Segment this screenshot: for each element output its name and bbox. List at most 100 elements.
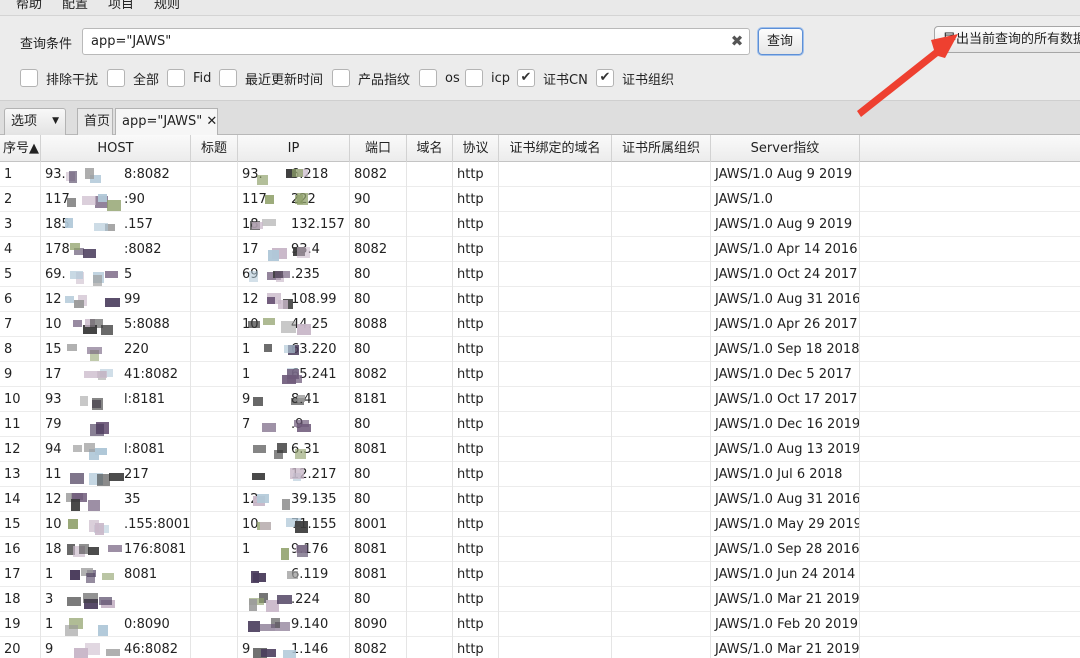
menu-help[interactable]: 帮助 [16,0,42,12]
obscured-text-tail: .224 [291,592,320,607]
column-header-1[interactable]: HOST [41,135,191,162]
redaction-block [295,521,308,533]
table-row[interactable]: 17 1 8081 6.119 8081 http JAWS/1.0 Jun 24 2014 [0,562,1080,587]
checkbox[interactable] [107,69,125,87]
redaction-block [67,597,81,606]
table-cell [499,487,612,512]
table-row[interactable]: 10 93 l:8181 9 8.41 8181 http JAWS/1.0 Oct 17 2… [0,387,1080,412]
column-header-0[interactable]: 序号▲ [0,135,41,162]
table-row[interactable]: 4178:80821793.48082httpJAWS/1.0 Apr 14 2… [0,237,1080,262]
close-icon[interactable]: ✕ [206,114,217,129]
table-cell [407,362,453,387]
table-row[interactable]: 569.569.23580httpJAWS/1.0 Oct 24 2017 [0,262,1080,287]
table-row[interactable]: 11797.980httpJAWS/1.0 Dec 16 2019 [0,412,1080,437]
filter-7[interactable]: ✔ 证书CN [517,69,588,88]
redaction-block [252,222,263,229]
redaction-block [73,445,82,452]
export-all-button[interactable]: 导出当前查询的所有数据 [934,26,1080,53]
menu-project[interactable]: 项目 [108,0,134,12]
table-row[interactable]: 1 93. 8:8082 93. 6.218 8082 http JAWS/1.0 Aug 9… [0,162,1080,187]
redaction-block [79,544,89,554]
checkbox[interactable] [419,69,437,87]
table-row[interactable]: 7105:80881044.258088httpJAWS/1.0 Apr 26 … [0,312,1080,337]
table-cell: JAWS/1.0 Jul 6 2018 [711,462,860,487]
column-header-5[interactable]: 域名 [407,135,453,162]
table-cell [499,462,612,487]
redaction-block [95,448,107,455]
obscured-text-tail: :8082 [124,242,162,257]
redaction-block [287,369,299,379]
menu-config[interactable]: 配置 [62,0,88,12]
table-cell: 80 [350,412,407,437]
filter-4[interactable]: 产品指纹 [332,69,410,88]
table-cell: 185 [41,212,191,237]
table-cell [499,162,612,187]
table-row[interactable]: 15 10.155:8001 10 71.155 8001 http JAWS/1.0 Ma… [0,512,1080,537]
checkbox[interactable] [20,69,38,87]
table-row[interactable]: 18 3 .224 80 http JAWS/1.0 Mar 21 2019 [0,587,1080,612]
table-cell [407,262,453,287]
options-dropdown[interactable]: 选项 ▼ [4,108,66,135]
table-row[interactable]: 8 15 220 1 63.220 80 http JAWS/1.0 Sep 18 2018 [0,337,1080,362]
table-cell [612,337,711,362]
column-header-4[interactable]: 端口 [350,135,407,162]
redaction-block [83,593,98,603]
obscured-text-tail: 217 [124,467,149,482]
column-header-9[interactable]: Server指纹 [711,135,860,162]
table-row[interactable]: 19 1 0:8090 9.140 8090 http JAWS/1.0 Feb 20 20… [0,612,1080,637]
table-cell: 8090 [350,612,407,637]
table-row[interactable]: 2117:9011722290httpJAWS/1.0 [0,187,1080,212]
filter-3[interactable]: 最近更新时间 [219,69,323,88]
column-header-2[interactable]: 标题 [191,135,238,162]
filter-6[interactable]: icp [465,69,510,87]
checkbox[interactable] [465,69,483,87]
redaction-block [295,449,306,459]
table-row[interactable]: 9 17 41:8082 1 65.241 8082 http JAWS/1.0 Dec 5 … [0,362,1080,387]
clear-icon[interactable]: ✖ [729,33,745,49]
table-cell: 3 [41,587,191,612]
redaction-block [109,473,124,481]
checkbox[interactable] [167,69,185,87]
table-cell [612,537,711,562]
filter-5[interactable]: os [419,69,460,87]
filter-2[interactable]: Fid [167,69,211,87]
table-cell [612,612,711,637]
table-cell: JAWS/1.0 Aug 13 2019 [711,437,860,462]
filter-0[interactable]: 排除干扰 [20,69,99,88]
checkbox[interactable] [219,69,237,87]
checkbox-checked[interactable]: ✔ [596,69,614,87]
table-row[interactable]: 6 12 99 12 108.99 80 http JAWS/1.0 Aug 31 2016 [0,287,1080,312]
column-header-3[interactable]: IP [238,135,350,162]
checkbox[interactable] [332,69,350,87]
table-cell [407,312,453,337]
table-row[interactable]: 3185.15718132.15780httpJAWS/1.0 Aug 9 20… [0,212,1080,237]
table-cell [191,612,238,637]
redaction-block [281,548,289,560]
table-cell [612,187,711,212]
tab-query-result[interactable]: app="JAWS" ✕ [115,108,218,135]
table-cell [612,162,711,187]
obscured-text-tail: 35 [124,492,141,507]
tab-home[interactable]: 首页 [77,108,113,135]
table-row[interactable]: 20 9 46:8082 9 1.146 8082 http JAWS/1.0 Mar 21 … [0,637,1080,658]
column-header-7[interactable]: 证书绑定的域名 [499,135,612,162]
query-input[interactable]: app="JAWS" [82,28,750,55]
table-row[interactable]: 1294l:80816.318081httpJAWS/1.0 Aug 13 20… [0,437,1080,462]
obscured-text-tail: .157 [124,217,153,232]
table-cell: JAWS/1.0 Aug 31 2016 [711,487,860,512]
table-cell [612,587,711,612]
menu-rules[interactable]: 规则 [154,0,180,12]
table-row[interactable]: 14 12 35 12 39.135 80 http JAWS/1.0 Aug 31 2016 [0,487,1080,512]
redaction-block [67,198,76,207]
filter-label: 排除干扰 [46,72,99,88]
query-button[interactable]: 查询 [758,28,803,55]
table-cell [407,287,453,312]
table-row[interactable]: 13 11 217 12.217 80 http JAWS/1.0 Jul 6 2018 [0,462,1080,487]
checkbox-checked[interactable]: ✔ [517,69,535,87]
redaction-block [297,247,310,258]
filter-1[interactable]: 全部 [107,69,159,88]
filter-8[interactable]: ✔ 证书组织 [596,69,674,88]
table-row[interactable]: 16 18 176:8081 1 9.176 8081 http JAWS/1.0 Sep 2… [0,537,1080,562]
column-header-8[interactable]: 证书所属组织 [612,135,711,162]
column-header-6[interactable]: 协议 [453,135,499,162]
